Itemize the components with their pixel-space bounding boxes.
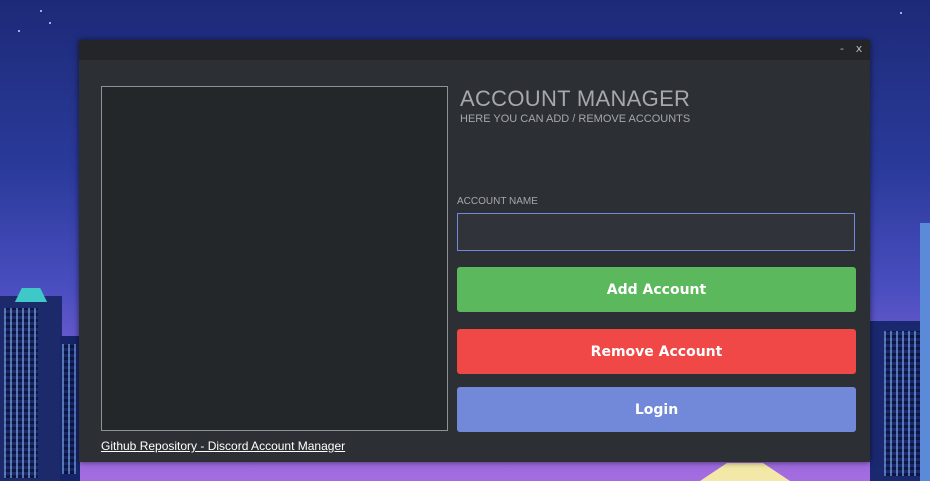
star-decoration [18,30,20,32]
account-list[interactable] [101,86,448,431]
star-decoration [49,22,51,24]
building-roof [14,288,48,302]
star-decoration [900,12,902,14]
building-windows [62,344,76,474]
title-bar: - x [79,40,870,60]
building-right-tall [920,223,930,481]
close-button[interactable]: x [852,42,866,55]
github-repository-link[interactable]: Github Repository - Discord Account Mana… [101,439,345,453]
account-name-label: ACCOUNT NAME [457,196,538,207]
building-windows [4,308,38,478]
building-left [0,288,62,481]
street-light [700,463,790,481]
minimize-button[interactable]: - [835,42,849,55]
page-title: ACCOUNT MANAGER [460,86,691,111]
add-account-button[interactable]: Add Account [457,267,856,312]
account-name-input[interactable] [457,213,855,251]
building-left-2 [60,336,80,481]
page-subtitle: HERE YOU CAN ADD / REMOVE ACCOUNTS [460,113,691,125]
remove-account-button[interactable]: Remove Account [457,329,856,374]
app-window: - x ACCOUNT MANAGER HERE YOU CAN ADD / R… [79,40,870,462]
building-windows [884,331,924,476]
login-button[interactable]: Login [457,387,856,432]
star-decoration [40,10,42,12]
